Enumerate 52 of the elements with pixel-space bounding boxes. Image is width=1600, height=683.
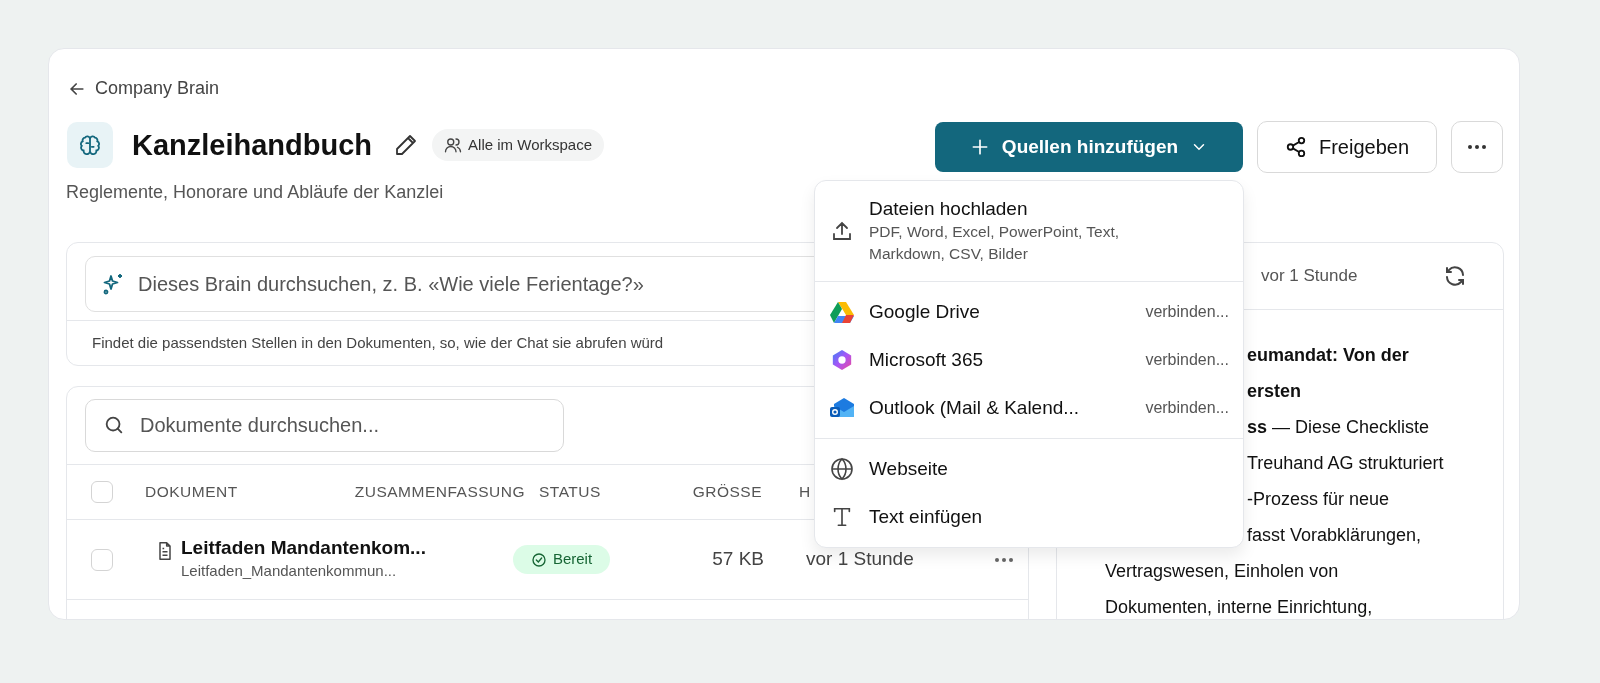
menu-item[interactable]: Microsoft 365 verbinden...	[815, 336, 1243, 384]
ring-logo-icon	[831, 349, 853, 371]
page-description: Reglemente, Honorare und Abläufe der Kanzlei	[66, 181, 444, 204]
status-badge: Bereit	[513, 545, 610, 574]
preview-text: ersten	[1247, 381, 1302, 401]
preview-text: -Prozess für neue	[1247, 489, 1390, 509]
column-header: GRÖSSE	[692, 482, 762, 503]
visibility-badge[interactable]: Alle im Workspace	[432, 129, 604, 161]
add-sources-button[interactable]: Quellen hinzufügen	[935, 122, 1243, 172]
upload-icon	[830, 219, 854, 243]
refresh-icon[interactable]	[1443, 264, 1467, 288]
menu-item[interactable]: Webseite	[815, 445, 1243, 493]
column-header: H	[799, 483, 811, 500]
preview-text: ss — Diese Checkliste	[1247, 417, 1430, 437]
drive-triangle-icon	[830, 301, 854, 323]
checkbox[interactable]	[91, 481, 113, 503]
globe-icon	[830, 457, 854, 481]
breadcrumb-link[interactable]: Company Brain	[95, 75, 220, 102]
users-icon	[444, 136, 463, 154]
preview-text: fasst Vorabklärungen,	[1247, 525, 1422, 545]
menu-item[interactable]: Outlook (Mail & Kalend... verbinden...	[815, 384, 1243, 432]
file-name: Leitfaden_Mandantenkommun...	[181, 561, 398, 582]
documents-search-field[interactable]: Dokumente durchsuchen...	[85, 399, 564, 452]
text-icon	[831, 506, 853, 528]
pencil-icon[interactable]	[394, 133, 419, 157]
preview-text: Vertragswesen, Einholen von	[1105, 561, 1339, 581]
search-icon	[103, 414, 125, 436]
connect-status: verbinden...	[1145, 398, 1229, 418]
column-header: ZUSAMMENFASSUNG	[354, 482, 525, 503]
document-title[interactable]: Leitfaden Mandantenkom...	[181, 536, 513, 561]
connect-status: verbinden...	[1145, 350, 1229, 370]
share-button[interactable]: Freigeben	[1257, 121, 1437, 173]
column-header: STATUS	[539, 483, 601, 500]
sparkle-icon	[101, 272, 125, 296]
preview-text: Dokumenten, interne Einrichtung,	[1105, 597, 1373, 617]
menu-item[interactable]: Text einfügen	[815, 493, 1243, 541]
file-size: 57 KB	[711, 547, 764, 572]
page-title: Kanzleihandbuch	[132, 130, 373, 160]
preview-text: eumandat: Von der	[1247, 345, 1409, 365]
column-header: DOKUMENT	[145, 483, 238, 500]
preview-text: Treuhand AG strukturiert	[1247, 453, 1444, 473]
brain-icon	[79, 134, 101, 156]
updated-time: vor 1 Stunde	[1261, 265, 1358, 288]
more-icon[interactable]	[994, 556, 1014, 563]
check-circle-icon	[530, 551, 547, 568]
search-hint: Findet die passendsten Stellen in den Dokumenten, so, wie der Chat sie abrufen würd	[92, 334, 664, 351]
share-icon	[1284, 136, 1307, 158]
more-icon	[1467, 144, 1487, 150]
modified-time: vor 1 Stunde	[806, 547, 915, 572]
checkbox[interactable]	[91, 548, 113, 571]
mail-logo-icon	[830, 397, 854, 419]
connect-status: verbinden...	[1145, 302, 1229, 322]
